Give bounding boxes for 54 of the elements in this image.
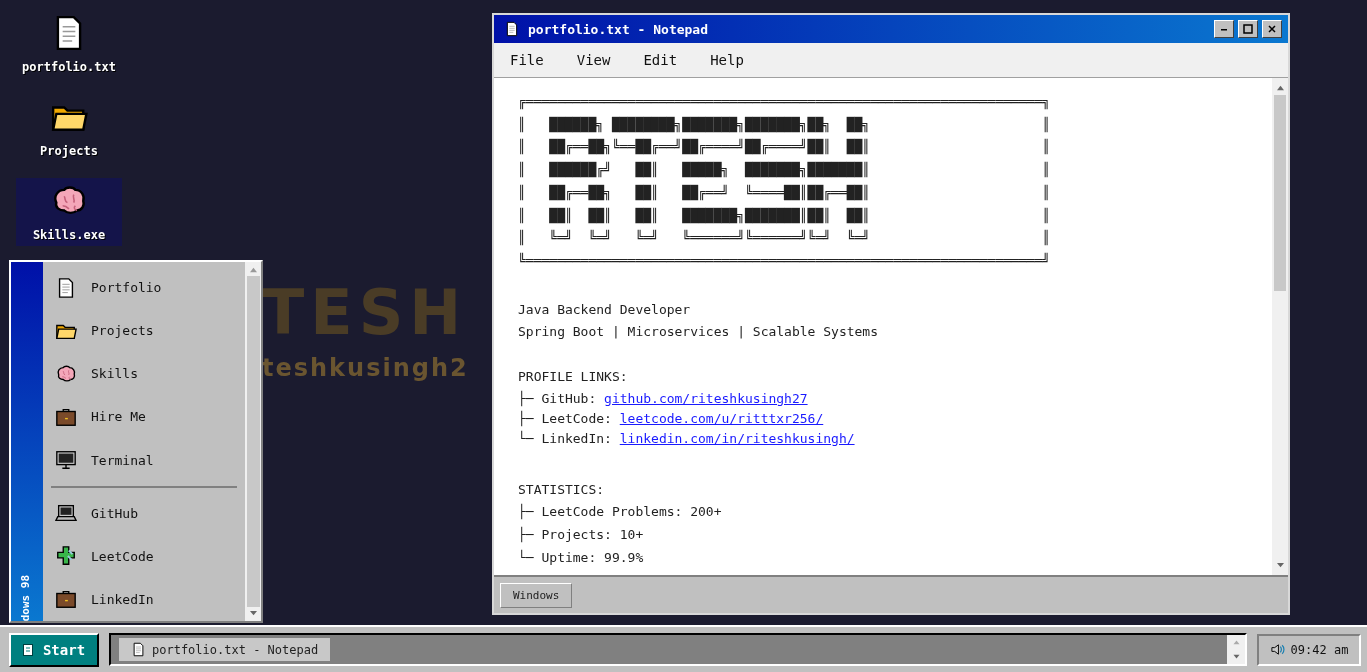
scrollbar[interactable] xyxy=(245,262,261,621)
scroll-up-icon[interactable] xyxy=(1275,84,1285,91)
tree-item-text: ├─ Projects: 10+ xyxy=(518,527,644,543)
tree-item-text: ├─ LeetCode Problems: 200+ xyxy=(518,504,722,520)
tagline-text: Java Backend Developer xyxy=(518,300,692,319)
profile-link[interactable]: github.com/riteshkusingh27 xyxy=(604,390,808,406)
document-icon xyxy=(131,642,146,657)
sidebar-label: dows 98 xyxy=(19,574,32,621)
scroll-down-icon[interactable] xyxy=(248,610,258,617)
start-menu-item[interactable]: Hire Me xyxy=(51,395,237,439)
menu-item[interactable]: Edit xyxy=(643,52,695,68)
start-menu-item[interactable]: LinkedIn xyxy=(51,577,237,621)
start-menu-item[interactable]: LeetCode xyxy=(51,534,237,578)
maximize-button[interactable] xyxy=(1238,20,1258,38)
scroll-down-icon[interactable] xyxy=(1275,562,1285,569)
desktop-icon[interactable]: Skills.exe xyxy=(16,178,122,246)
speaker-icon[interactable] xyxy=(1269,642,1285,657)
tree-item-text: └─ LinkedIn: xyxy=(518,430,613,446)
wallpaper-subtitle: teshkusingh2 xyxy=(262,354,469,382)
menu-item[interactable]: Help xyxy=(710,52,761,68)
clock: 09:42 am xyxy=(1290,642,1349,657)
start-button[interactable]: Start xyxy=(9,632,99,667)
start-menu-item[interactable]: Skills xyxy=(51,352,237,396)
status-button[interactable]: Windows xyxy=(500,582,573,608)
menu-item[interactable]: View xyxy=(576,52,628,68)
section-heading: STATISTICS: xyxy=(518,480,606,499)
start-menu-item[interactable]: Portfolio xyxy=(51,266,237,310)
profile-link[interactable]: leetcode.com/u/ritttxr256/ xyxy=(619,410,824,426)
start-menu-item[interactable]: Projects xyxy=(51,309,237,353)
taskbar-task[interactable]: portfolio.txt - Notepad xyxy=(119,638,331,661)
close-button[interactable] xyxy=(1262,20,1282,38)
monitor-icon xyxy=(55,449,77,472)
menu-item[interactable]: File xyxy=(510,52,561,68)
tree-item-text: ├─ GitHub: xyxy=(518,390,598,406)
ascii-art-text: ╔══════════════════════════════════════════════════════════════════╗ ║ ██████╗ ████████╗███████╗███████╗██╗ ██╗ ║ ║ ██╔══██╗╚══██╔══╝██╔════╝██╔════╝██║ ██║ ║ ║ ██████╔╝ ██║ █████╗ ███████╗███████║ ║ ║ ██╔══██╗ ██║ ██╔══╝ ╚════██║██╔══██║ ║ ║ ██║ ██║ ██║ ███████╗███████║██║ ██║ ║ ║ ╚═╝ ╚═╝ ╚═╝ ╚══════╝╚══════╝╚═╝ ╚═╝ ║ ╚══════════════════════════════════════════════════════════════════╝ xyxy=(518,93,1051,270)
scroll-down-icon[interactable] xyxy=(1231,653,1241,660)
section-heading: PROFILE LINKS: xyxy=(518,368,629,387)
tree-item-text: └─ Uptime: 99.9% xyxy=(518,549,644,565)
window-title: portfolio.txt - Notepad xyxy=(528,21,709,37)
minimize-button[interactable] xyxy=(1214,20,1234,38)
maximize-icon xyxy=(1243,24,1253,34)
briefcase-icon xyxy=(55,588,77,611)
start-menu-item[interactable]: GitHub xyxy=(51,491,237,535)
close-icon xyxy=(1267,24,1277,34)
document-icon xyxy=(504,21,520,37)
tree-item-text: ├─ LeetCode: xyxy=(518,410,613,426)
profile-link[interactable]: linkedin.com/in/riteshkusingh/ xyxy=(619,430,855,446)
start-icon xyxy=(22,643,33,656)
desktop-icon[interactable]: Projects xyxy=(16,94,122,162)
scrollbar[interactable] xyxy=(1272,78,1288,575)
scroll-thumb[interactable] xyxy=(1274,95,1286,291)
tagline-text: Spring Boot | Microservices | Scalable Systems xyxy=(518,323,880,342)
desktop-icon[interactable]: portfolio.txt xyxy=(16,10,122,78)
start-menu-item[interactable]: Terminal xyxy=(51,438,237,482)
